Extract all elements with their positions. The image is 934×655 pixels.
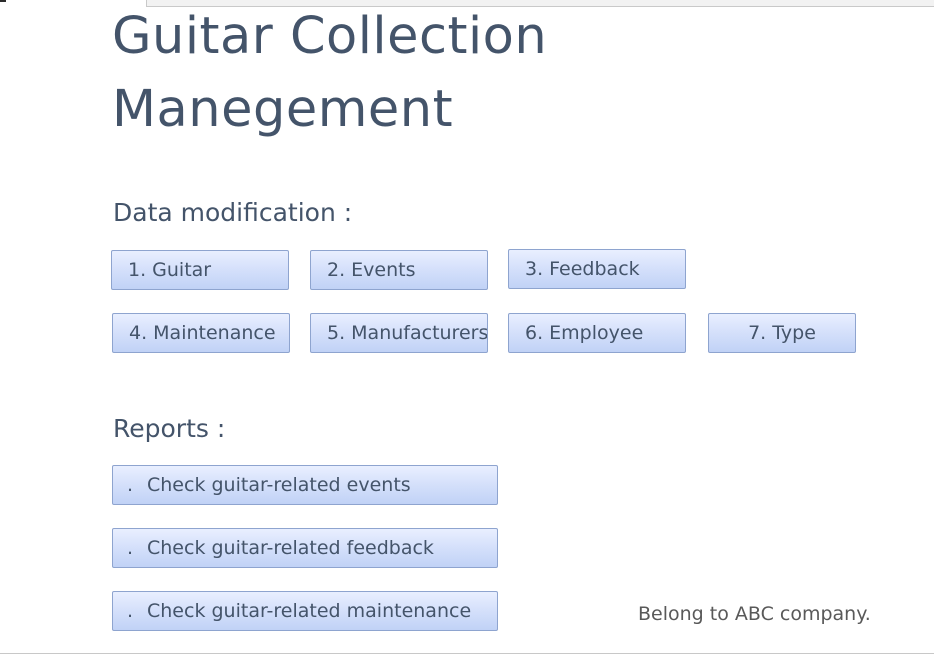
reports-heading: Reports :	[113, 414, 226, 443]
manufacturers-button[interactable]: 5. Manufacturers	[310, 313, 488, 353]
employee-button[interactable]: 6. Employee	[508, 313, 686, 353]
report-events-label: Check guitar-related events	[147, 474, 411, 496]
report-feedback-label: Check guitar-related feedback	[147, 537, 434, 559]
company-note: Belong to ABC company.	[638, 603, 871, 625]
window-corner-mark	[0, 0, 6, 4]
report-feedback-button[interactable]: . Check guitar-related feedback	[112, 528, 498, 568]
report-maintenance-label: Check guitar-related maintenance	[147, 600, 472, 622]
report-bullet: .	[127, 474, 134, 496]
page-title-line-2: Manegement	[112, 80, 454, 139]
report-bullet: .	[127, 600, 134, 622]
page-title: Guitar Collection Manegement	[112, 0, 632, 146]
data-modification-heading: Data modification :	[113, 198, 353, 227]
events-button[interactable]: 2. Events	[310, 250, 488, 290]
page-title-line-1: Guitar Collection	[112, 7, 548, 66]
guitar-button[interactable]: 1. Guitar	[111, 250, 289, 290]
feedback-button[interactable]: 3. Feedback	[508, 249, 686, 289]
maintenance-button[interactable]: 4. Maintenance	[112, 313, 290, 353]
report-bullet: .	[127, 537, 134, 559]
bottom-divider	[0, 653, 934, 654]
report-maintenance-button[interactable]: . Check guitar-related maintenance	[112, 591, 498, 631]
report-events-button[interactable]: . Check guitar-related events	[112, 465, 498, 505]
type-button[interactable]: 7. Type	[708, 313, 856, 353]
